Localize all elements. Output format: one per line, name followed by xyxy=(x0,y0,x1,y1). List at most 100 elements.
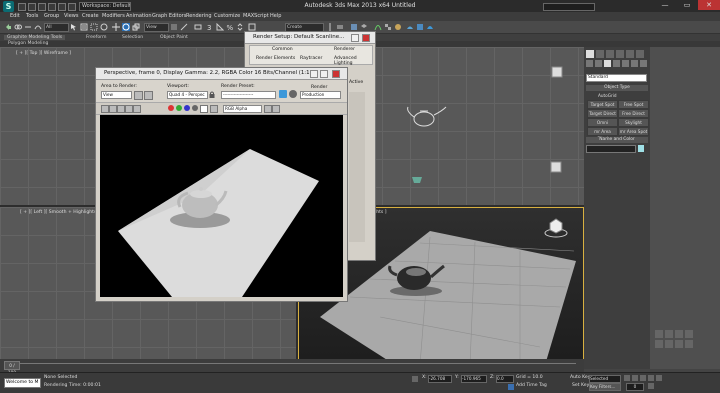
swatch-icon[interactable] xyxy=(210,105,218,113)
free-direct-button[interactable]: Free Direct xyxy=(618,109,649,118)
time-slider-track[interactable]: 0 / 100 xyxy=(0,359,584,375)
name-and-color-header[interactable]: Name and Color xyxy=(586,137,648,143)
tab-object-paint[interactable]: Object Paint xyxy=(160,35,188,40)
curve-editor-icon[interactable] xyxy=(374,23,382,31)
render-image[interactable] xyxy=(100,115,343,297)
tab-freeform[interactable]: Freeform xyxy=(86,35,106,40)
zoom-all-icon[interactable] xyxy=(665,330,673,338)
menu-create[interactable]: Create xyxy=(82,13,99,19)
toggle-ui-icon[interactable] xyxy=(272,105,280,113)
link-icon[interactable] xyxy=(14,23,22,31)
free-spot-button[interactable]: Free Spot xyxy=(618,100,649,109)
go-to-end-icon[interactable] xyxy=(656,375,662,381)
menu-tools[interactable]: Tools xyxy=(26,13,38,19)
zoom-extents-all-icon[interactable] xyxy=(685,330,693,338)
object-type-header[interactable]: Object Type xyxy=(586,85,648,91)
print-image-icon[interactable] xyxy=(125,105,133,113)
previous-frame-icon[interactable] xyxy=(632,375,638,381)
render-setup-small-icon[interactable] xyxy=(279,90,287,98)
select-object-icon[interactable] xyxy=(70,23,78,31)
region-select-icon[interactable] xyxy=(90,23,98,31)
helpers-icon[interactable] xyxy=(622,60,629,67)
keyboard-shortcut-icon[interactable] xyxy=(194,23,202,31)
toggle-ui-overlay-icon[interactable] xyxy=(264,105,272,113)
modify-tab-icon[interactable] xyxy=(596,50,604,58)
lights-icon[interactable] xyxy=(604,60,611,67)
viewcube-perspective[interactable] xyxy=(544,218,568,238)
reference-coord-select[interactable]: View xyxy=(144,23,169,32)
target-spot-button[interactable]: Target Spot xyxy=(587,100,618,109)
go-to-start-icon[interactable] xyxy=(624,375,630,381)
zoom-icon[interactable] xyxy=(655,330,663,338)
mr-area-spot-button[interactable]: mr Area Spot xyxy=(618,127,649,136)
tab-raytracer[interactable]: Raytracer xyxy=(300,56,322,61)
add-time-tag-icon[interactable] xyxy=(508,384,514,390)
tab-common[interactable]: Common xyxy=(272,47,293,52)
angle-snap-icon[interactable] xyxy=(216,23,224,31)
set-key-label[interactable]: Set Key xyxy=(572,383,589,388)
frame-maximize-button[interactable] xyxy=(320,70,328,78)
utilities-tab-icon[interactable] xyxy=(636,50,644,58)
copy-image-icon[interactable] xyxy=(109,105,117,113)
time-slider-thumb[interactable]: 0 / 100 xyxy=(4,361,20,375)
viewport-select[interactable]: Quad 4 - Perspec xyxy=(167,91,208,99)
orbit-icon[interactable] xyxy=(675,340,683,348)
field-of-view-icon[interactable] xyxy=(655,340,663,348)
frame-minimize-button[interactable] xyxy=(310,70,318,78)
close-button[interactable]: ✕ xyxy=(698,0,720,10)
scale-icon[interactable] xyxy=(132,23,140,31)
render-setup-close-button[interactable] xyxy=(362,34,370,42)
auto-key-label[interactable]: Auto Key xyxy=(570,375,590,380)
create-tab-icon[interactable] xyxy=(586,50,594,58)
skylight-button[interactable]: Skylight xyxy=(618,118,649,127)
add-time-tag[interactable]: Add Time Tag xyxy=(516,383,547,388)
render-setup-scrollbar[interactable] xyxy=(349,92,365,242)
autogrid-checkbox[interactable]: AutoGrid xyxy=(598,93,617,98)
key-mode-select[interactable]: Selected xyxy=(589,375,621,383)
auto-region-icon[interactable] xyxy=(144,91,153,100)
menu-animation[interactable]: Animation xyxy=(126,13,152,19)
polygon-modeling-label[interactable]: Polygon Modeling xyxy=(8,41,48,46)
tab-graphite-modeling-tools[interactable]: Graphite Modeling Tools xyxy=(4,35,66,40)
monochrome-icon[interactable] xyxy=(200,105,208,113)
clear-image-icon[interactable] xyxy=(133,105,141,113)
display-tab-icon[interactable] xyxy=(626,50,634,58)
object-name-input[interactable] xyxy=(586,145,636,153)
layer-manager-icon[interactable] xyxy=(360,23,368,31)
menu-help[interactable]: Help xyxy=(270,13,281,19)
x-coordinate-field[interactable]: -26.708 xyxy=(428,375,452,383)
zoom-extents-icon[interactable] xyxy=(675,330,683,338)
tab-renderer[interactable]: Renderer xyxy=(334,47,355,52)
current-frame-field[interactable]: 0 xyxy=(626,383,644,391)
menu-edit[interactable]: Edit xyxy=(10,13,20,19)
play-icon[interactable] xyxy=(640,375,646,381)
cameras-icon[interactable] xyxy=(613,60,620,67)
tab-render-elements[interactable]: Render Elements xyxy=(256,56,295,61)
maximize-button[interactable]: ▭ xyxy=(676,0,698,10)
next-frame-icon[interactable] xyxy=(648,375,654,381)
selection-filter-select[interactable]: All xyxy=(44,23,69,32)
menu-modifiers[interactable]: Modifiers xyxy=(102,13,125,19)
red-channel-icon[interactable] xyxy=(168,105,174,111)
edit-named-selection-icon[interactable] xyxy=(248,23,256,31)
systems-icon[interactable] xyxy=(640,60,647,67)
pan-view-icon[interactable] xyxy=(665,340,673,348)
align-icon[interactable] xyxy=(336,23,344,31)
frame-close-button[interactable] xyxy=(332,70,340,78)
schematic-view-icon[interactable] xyxy=(384,23,392,31)
lock-selection-icon[interactable] xyxy=(412,376,418,382)
spacewarps-icon[interactable] xyxy=(631,60,638,67)
search-input[interactable] xyxy=(543,3,595,11)
scene-explorer-icon[interactable] xyxy=(350,23,358,31)
lock-icon[interactable] xyxy=(209,91,215,98)
render-mode-select[interactable]: Production xyxy=(300,91,341,99)
select-manipulate-icon[interactable] xyxy=(180,23,188,31)
alpha-channel-icon[interactable] xyxy=(192,105,198,111)
menu-customize[interactable]: Customize xyxy=(214,13,240,19)
rotate-icon[interactable] xyxy=(122,23,130,31)
target-direct-button[interactable]: Target Direct xyxy=(587,109,618,118)
category-select[interactable]: Standard xyxy=(586,74,647,82)
undo-toolbar-icon[interactable] xyxy=(4,23,12,31)
key-filters-button[interactable]: Key Filters... xyxy=(589,383,621,391)
pivot-center-icon[interactable] xyxy=(170,23,178,31)
